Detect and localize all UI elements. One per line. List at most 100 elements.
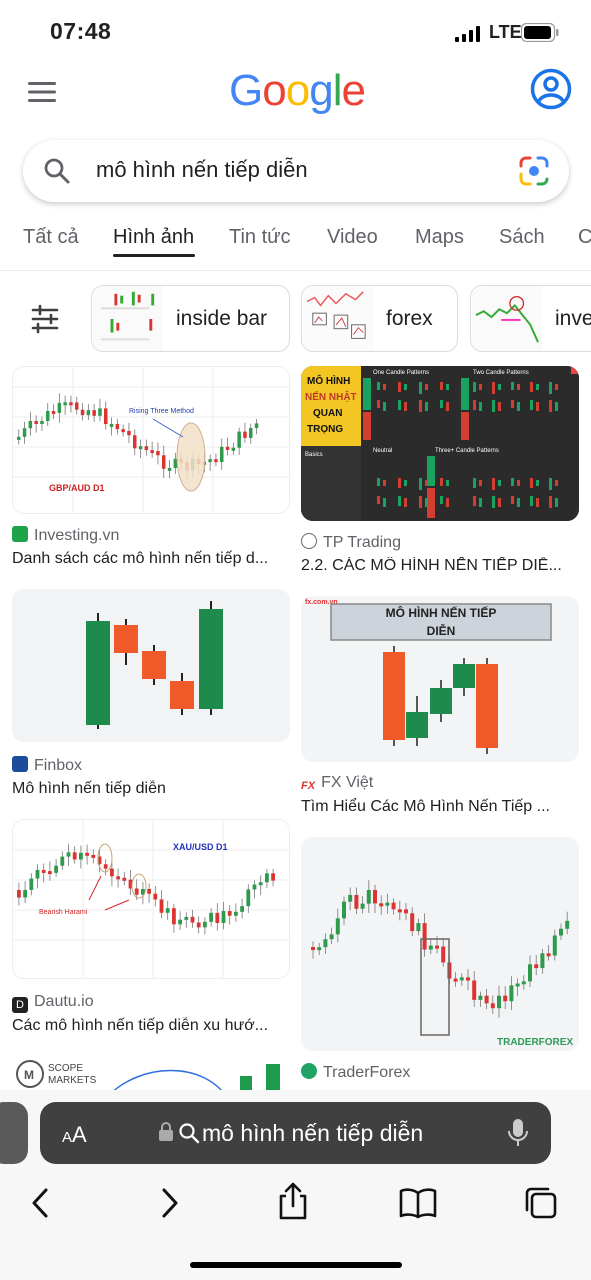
logo-letter: e [341,66,366,115]
tab-news[interactable]: Tin tức [229,226,291,249]
forward-icon[interactable] [152,1186,186,1220]
image-pair-label: XAU/USD D1 [173,842,228,852]
investing-favicon-icon [12,526,28,542]
result-image[interactable]: TRADERFOREX [301,837,579,1051]
chip-label: forex [386,307,433,330]
search-query[interactable]: mô hình nến tiếp diễn [96,157,308,183]
hamburger-menu-icon[interactable] [28,80,58,104]
status-time: 07:48 [50,18,112,44]
image-subheading: Three+ Candle Patterns [435,448,499,454]
chip-label: inve [555,307,591,330]
logo-letter: l [332,66,343,115]
finbox-favicon-icon [12,756,28,772]
tab-videos[interactable]: Video [327,226,378,249]
search-icon [179,1123,200,1144]
source-name: TP Trading [323,534,401,551]
result-source[interactable]: Investing.vn [12,526,119,545]
result-title[interactable]: Mô hình nến tiếp diễn [12,780,290,798]
result-title[interactable]: Danh sách các mô hình nến tiếp d... [12,550,290,568]
tab-all[interactable]: Tất cả [23,226,79,249]
battery-icon [521,23,559,42]
image-heading: QUAN [313,408,342,419]
google-lens-icon[interactable] [518,156,550,186]
image-heading: MÔ HÌNH [307,374,350,387]
image-logo-text: MARKETS [48,1075,97,1086]
active-tab-indicator [113,254,195,257]
network-type: LTE [489,22,522,42]
svg-text:M: M [24,1068,34,1082]
candlestick-chart-image: TRADERFOREX [311,880,573,1048]
image-annotation: Rising Three Method [129,408,194,415]
result-source[interactable]: Finbox [12,756,82,775]
image-subheading: One Candle Patterns [373,370,429,376]
source-name: TraderForex [323,1064,411,1081]
safari-toolbar: AA mô hình nến tiếp diễn [0,1090,591,1280]
address-bar-text[interactable]: mô hình nến tiếp diễn [202,1120,423,1147]
image-subheading: Basics [305,452,323,458]
result-title[interactable]: 2.2. CÁC MÔ HÌNH NẾN TIẾP DIỄ... [301,557,579,575]
logo-letter: g [309,66,334,115]
chip-thumbnail [93,286,163,351]
divider [0,270,591,271]
previous-tab-preview[interactable] [0,1102,28,1164]
bookmarks-icon[interactable] [399,1186,437,1220]
result-source[interactable]: D Dautu.io [12,993,94,1013]
continuation-pattern-image [86,601,223,729]
chip-thumbnail [472,286,542,351]
logo-letter: G [229,66,263,115]
chip-forex[interactable]: forex [301,285,458,352]
image-heading: MÔ HÌNH NẾN TIẾP [386,605,497,620]
back-icon[interactable] [24,1186,58,1220]
result-image[interactable] [12,589,290,742]
tabs-icon[interactable] [524,1186,558,1220]
source-name: Investing.vn [34,527,120,544]
image-heading: DIỄN [427,623,456,638]
logo-letter: o [262,66,287,115]
image-subheading: Neutral [373,448,392,454]
tab-books[interactable]: Sách [499,226,545,249]
status-bar: 07:48 LTE [0,0,591,64]
result-title[interactable]: Các mô hình nến tiếp diễn xu hướ... [12,1017,290,1035]
lock-icon [159,1122,173,1141]
image-heading: NẾN NHẬT [305,390,357,403]
text-size-button[interactable]: AA [62,1122,87,1148]
logo-letter: o [285,66,311,115]
tune-filter-icon[interactable] [30,304,60,334]
candlestick-chart-image: XAU/USD D1 Bearish Harami [13,820,289,978]
address-bar[interactable]: AA mô hình nến tiếp diễn [40,1102,551,1164]
search-icon [44,158,70,184]
image-heading: TRỌNG [307,424,343,435]
source-name: Dautu.io [34,993,94,1010]
share-icon[interactable] [276,1182,310,1220]
chip-inside-bar[interactable]: inside bar [91,285,290,352]
account-icon[interactable] [530,68,572,110]
search-box[interactable]: mô hình nến tiếp diễn [23,140,569,202]
result-image[interactable]: MÔ HÌNH NẾN NHẬT QUAN TRỌNG Basics One C… [301,366,579,521]
home-indicator [190,1262,402,1268]
result-image[interactable]: XAU/USD D1 Bearish Harami [12,819,290,979]
traderforex-favicon-icon [301,1063,317,1079]
chip-investing[interactable]: inve [470,285,591,352]
image-subheading: Two Candle Patterns [473,370,529,376]
tab-maps[interactable]: Maps [415,226,464,249]
candle-patterns-cheatsheet-image: MÔ HÌNH NẾN NHẬT QUAN TRỌNG Basics One C… [301,366,579,521]
result-image[interactable]: Rising Three Method GBP/AUD D1 [12,366,290,514]
chip-thumbnail [303,286,373,351]
candlestick-chart-image: Rising Three Method GBP/AUD D1 [13,367,289,513]
chip-label: inside bar [176,307,268,330]
google-logo[interactable]: Google [229,66,366,120]
microphone-icon[interactable] [507,1118,529,1148]
result-title[interactable]: Tìm Hiểu Các Mô Hình Nến Tiếp ... [301,798,579,816]
globe-icon [301,533,317,549]
result-source[interactable]: TraderForex [301,1063,410,1082]
result-image[interactable]: fx.com.vn MÔ HÌNH NẾN TIẾP DIỄN [301,596,579,762]
image-annotation: Bearish Harami [39,909,88,916]
search-tabs: Tất cả Hình ảnh Tin tức Video Maps Sách … [0,220,591,260]
image-watermark: TRADERFOREX [497,1037,573,1048]
source-name: Finbox [34,757,83,774]
result-source[interactable]: FX FX Việt [301,774,373,796]
result-source[interactable]: TP Trading [301,533,401,552]
source-name: FX Việt [321,774,374,791]
tab-images[interactable]: Hình ảnh [113,226,194,249]
tab-more-partial[interactable]: C [578,226,591,249]
